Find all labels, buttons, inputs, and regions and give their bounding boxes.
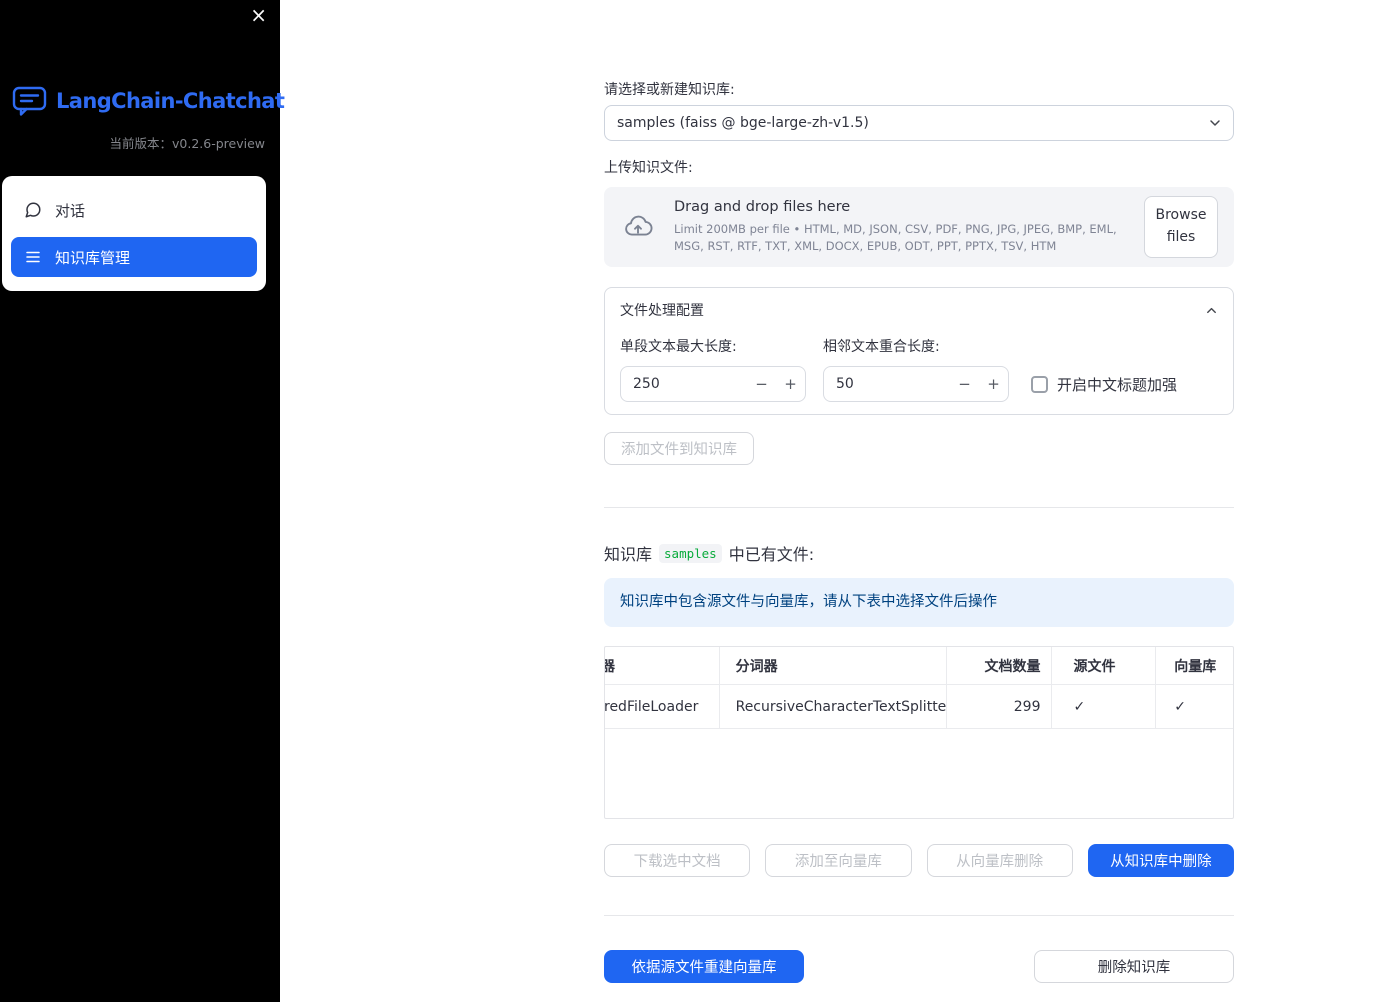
cell-vector-store-check[interactable]: ✓ — [1156, 685, 1233, 729]
uploader-drag-text: Drag and drop files here — [674, 199, 851, 216]
overlap-label: 相邻文本重合长度: — [823, 339, 940, 355]
sidebar-item-knowledge-base[interactable]: 知识库管理 — [11, 237, 257, 277]
sidebar-close-icon[interactable]: × — [250, 5, 267, 25]
sidebar-menu: 对话 知识库管理 — [2, 176, 266, 291]
sidebar-item-label: 知识库管理 — [55, 248, 131, 267]
chat-bubble-icon — [24, 201, 42, 219]
file-config-expander: 文件处理配置 单段文本最大长度: 250 − + 相邻文本重合长度: 50 − … — [604, 287, 1234, 415]
sidebar-item-dialogue[interactable]: 对话 — [11, 190, 257, 230]
col-loader-header: 器 — [605, 647, 720, 685]
existing-files-heading: 知识库 samples 中已有文件: — [604, 541, 1234, 565]
delete-from-vector-store-button[interactable]: 从向量库删除 — [926, 844, 1073, 877]
info-alert: 知识库中包含源文件与向量库，请从下表中选择文件后操作 — [604, 578, 1234, 627]
divider — [604, 507, 1234, 508]
cell-source-file-check[interactable]: ✓ — [1051, 685, 1157, 729]
overlap-decrement-button[interactable]: − — [950, 367, 979, 401]
col-splitter-header: 分词器 — [719, 647, 947, 685]
list-icon — [24, 248, 42, 266]
delete-kb-button[interactable]: 删除知识库 — [1034, 950, 1234, 983]
version-label: 当前版本：v0.2.6-preview — [109, 136, 266, 151]
download-selected-button[interactable]: 下载选中文档 — [604, 844, 751, 877]
zh-title-enhance-label: 开启中文标题加强 — [1057, 375, 1178, 394]
sidebar-item-label: 对话 — [55, 201, 86, 220]
max-length-value[interactable]: 250 — [621, 376, 747, 392]
add-files-to-kb-button[interactable]: 添加文件到知识库 — [604, 432, 754, 465]
table-header-row: 器 分词器 文档数量 源文件 向量库 — [605, 647, 1233, 685]
upload-label: 上传知识文件: — [604, 160, 693, 176]
sidebar: × LangChain-Chatchat 当前版本：v0.2.6-preview… — [0, 0, 285, 1002]
col-source-file-header: 源文件 — [1051, 647, 1157, 685]
kb-management-buttons: 依据源文件重建向量库 删除知识库 — [604, 950, 1234, 983]
logo-text: LangChain-Chatchat — [56, 89, 285, 113]
col-vector-store-header: 向量库 — [1156, 647, 1233, 685]
uploader-text: Drag and drop files here Limit 200MB per… — [674, 199, 1144, 254]
max-length-decrement-button[interactable]: − — [747, 367, 776, 401]
kb-name-code: samples — [659, 543, 722, 563]
table-row[interactable]: redFileLoader RecursiveCharacterTextSpli… — [605, 685, 1233, 729]
files-table: 器 分词器 文档数量 源文件 向量库 redFileLoader Recursi… — [604, 646, 1234, 819]
zh-title-enhance-checkbox[interactable] — [1031, 375, 1048, 393]
kb-selectbox-value: samples (faiss @ bge-large-zh-v1.5) — [617, 115, 869, 131]
upload-cloud-icon — [620, 212, 656, 242]
delete-from-kb-button[interactable]: 从知识库中删除 — [1087, 844, 1234, 877]
cell-loader[interactable]: redFileLoader — [605, 685, 720, 729]
cell-doc-count[interactable]: 299 — [946, 685, 1052, 729]
col-doc-count-header: 文档数量 — [946, 647, 1052, 685]
rebuild-vector-store-button[interactable]: 依据源文件重建向量库 — [604, 950, 804, 983]
file-uploader-dropzone[interactable]: Drag and drop files here Limit 200MB per… — [604, 187, 1234, 267]
browse-files-button[interactable]: Browse files — [1144, 196, 1218, 258]
add-to-vector-store-button[interactable]: 添加至向量库 — [765, 844, 912, 877]
kb-select-label: 请选择或新建知识库: — [604, 82, 735, 98]
chevron-down-icon — [1207, 115, 1223, 131]
logo-chat-icon — [12, 86, 48, 116]
expander-title: 文件处理配置 — [620, 303, 704, 319]
file-action-buttons: 下载选中文档 添加至向量库 从向量库删除 从知识库中删除 — [604, 844, 1234, 877]
app-logo: LangChain-Chatchat — [12, 86, 285, 116]
overlap-increment-button[interactable]: + — [979, 367, 1008, 401]
chevron-up-icon — [1204, 303, 1219, 318]
zh-title-enhance-field: 开启中文标题加强 — [1031, 366, 1177, 402]
max-length-label: 单段文本最大长度: — [620, 339, 737, 355]
max-length-increment-button[interactable]: + — [776, 367, 805, 401]
max-length-input[interactable]: 250 − + — [620, 366, 806, 402]
overlap-input[interactable]: 50 − + — [823, 366, 1009, 402]
kb-selectbox[interactable]: samples (faiss @ bge-large-zh-v1.5) — [604, 105, 1234, 141]
overlap-field: 相邻文本重合长度: 50 − + — [823, 339, 1009, 402]
expander-body: 单段文本最大长度: 250 − + 相邻文本重合长度: 50 − + 开启中文标… — [605, 329, 1233, 414]
cell-splitter[interactable]: RecursiveCharacterTextSplitter — [719, 685, 947, 729]
expander-header[interactable]: 文件处理配置 — [605, 288, 1233, 329]
max-length-field: 单段文本最大长度: 250 − + — [620, 339, 806, 402]
uploader-limit-text: Limit 200MB per file • HTML, MD, JSON, C… — [674, 222, 1117, 253]
main-content: 请选择或新建知识库: samples (faiss @ bge-large-zh… — [604, 0, 1234, 983]
overlap-value[interactable]: 50 — [824, 376, 950, 392]
existing-files-suffix: 中已有文件: — [728, 545, 815, 564]
existing-files-prefix: 知识库 — [604, 545, 653, 564]
divider — [604, 915, 1234, 916]
